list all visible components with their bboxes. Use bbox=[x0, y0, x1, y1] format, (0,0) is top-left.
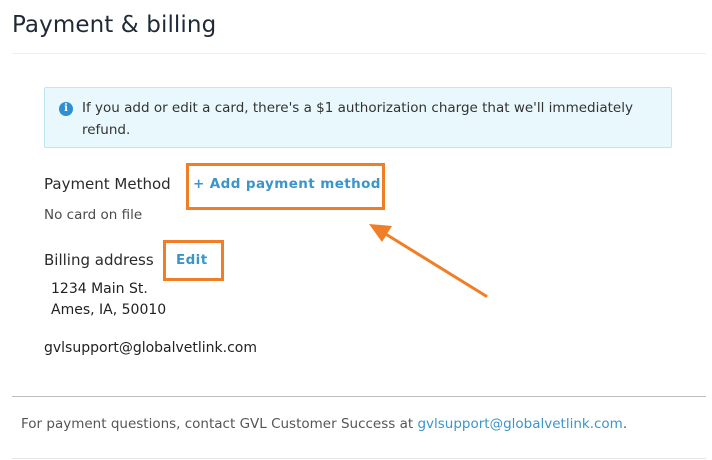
footer-email-link[interactable]: gvlsupport@globalvetlink.com bbox=[417, 416, 622, 432]
footer-message: For payment questions, contact GVL Custo… bbox=[21, 416, 418, 432]
footer-suffix: . bbox=[622, 416, 628, 432]
footer-text: For payment questions, contact GVL Custo… bbox=[21, 416, 627, 432]
bottom-divider bbox=[12, 458, 706, 459]
annotation-arrow-icon bbox=[369, 224, 488, 298]
footer-divider bbox=[12, 396, 706, 397]
